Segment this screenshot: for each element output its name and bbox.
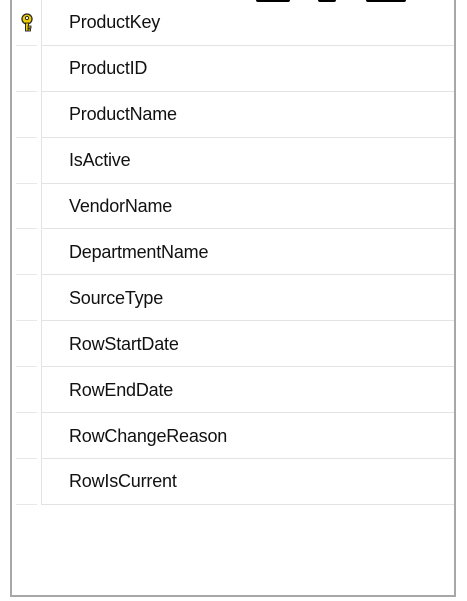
column-name: IsActive — [69, 150, 131, 171]
column-row[interactable]: SourceType — [12, 275, 454, 322]
key-icon — [21, 13, 33, 32]
column-row[interactable]: ProductName — [12, 91, 454, 138]
column-row[interactable]: RowIsCurrent — [12, 459, 454, 505]
column-row[interactable]: IsActive — [12, 137, 454, 184]
column-name: VendorName — [69, 196, 173, 217]
empty-grid-area[interactable] — [12, 505, 454, 595]
row-selector[interactable] — [12, 45, 42, 92]
row-selector[interactable] — [12, 183, 42, 230]
column-name: RowStartDate — [69, 333, 179, 354]
row-selector[interactable] — [12, 91, 42, 138]
column-name: RowChangeReason — [69, 425, 228, 446]
column-name: SourceType — [69, 287, 164, 308]
column-row[interactable]: RowChangeReason — [12, 413, 454, 459]
column-row[interactable]: RowStartDate — [12, 321, 454, 368]
column-name: DepartmentName — [69, 241, 209, 262]
column-row[interactable]: RowEndDate — [12, 367, 454, 414]
row-selector[interactable] — [12, 413, 42, 459]
column-name: ProductID — [69, 58, 148, 79]
column-name: ProductKey — [69, 12, 161, 33]
row-selector[interactable] — [12, 275, 42, 322]
row-selector[interactable] — [12, 0, 42, 46]
column-name: ProductName — [69, 104, 177, 125]
column-name: RowEndDate — [69, 379, 174, 400]
row-selector[interactable] — [12, 367, 42, 414]
column-row[interactable]: ProductID — [12, 45, 454, 92]
row-selector[interactable] — [12, 137, 42, 184]
column-row[interactable]: ProductKey — [12, 0, 454, 46]
row-selector[interactable] — [12, 459, 42, 505]
column-grid: ProductKey ProductID ProductName IsActiv… — [10, 0, 456, 597]
row-selector[interactable] — [12, 229, 42, 276]
column-row[interactable]: VendorName — [12, 183, 454, 230]
column-row[interactable]: DepartmentName — [12, 229, 454, 276]
row-selector[interactable] — [12, 321, 42, 368]
column-name: RowIsCurrent — [69, 471, 177, 492]
